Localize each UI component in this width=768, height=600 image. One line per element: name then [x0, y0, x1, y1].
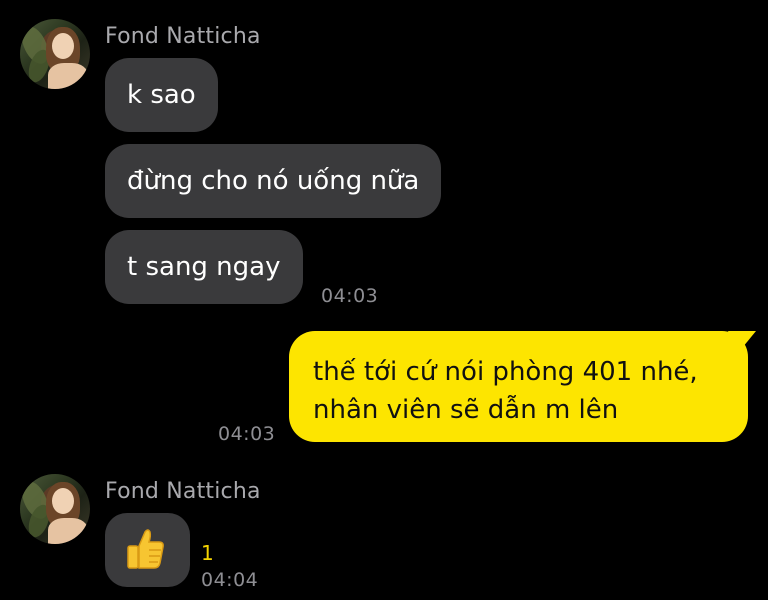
- message-text: t sang ngay: [127, 252, 281, 282]
- avatar-photo-body: [48, 518, 88, 544]
- incoming-message-bubble[interactable]: t sang ngay: [105, 230, 303, 304]
- message-text: đừng cho nó uống nữa: [127, 166, 420, 196]
- avatar-photo-face: [52, 488, 74, 514]
- message-timestamp: 04:04: [201, 569, 259, 591]
- message-timestamp: 04:03: [321, 285, 379, 307]
- outgoing-message-bubble[interactable]: thế tới cứ nói phòng 401 nhé, nhân viên …: [289, 331, 756, 442]
- incoming-emoji-bubble[interactable]: [105, 513, 190, 587]
- incoming-message-bubble[interactable]: đừng cho nó uống nữa: [105, 144, 442, 218]
- message-text-line: thế tới cứ nói phòng 401 nhé,: [313, 357, 698, 387]
- avatar[interactable]: [20, 19, 90, 89]
- reaction-count[interactable]: 1: [201, 541, 214, 565]
- avatar-photo-face: [52, 33, 74, 59]
- bubble-tail: [728, 331, 756, 355]
- message-text-line: nhân viên sẽ dẫn m lên: [313, 395, 619, 425]
- avatar[interactable]: [20, 474, 90, 544]
- incoming-message-bubble[interactable]: k sao: [105, 58, 218, 132]
- avatar-photo-body: [48, 63, 88, 89]
- thumbs-up-icon: [127, 529, 164, 569]
- message-text: k sao: [127, 80, 196, 110]
- sender-name[interactable]: Fond Natticha: [105, 24, 261, 49]
- sender-name[interactable]: Fond Natticha: [105, 479, 261, 504]
- message-timestamp: 04:03: [218, 423, 276, 445]
